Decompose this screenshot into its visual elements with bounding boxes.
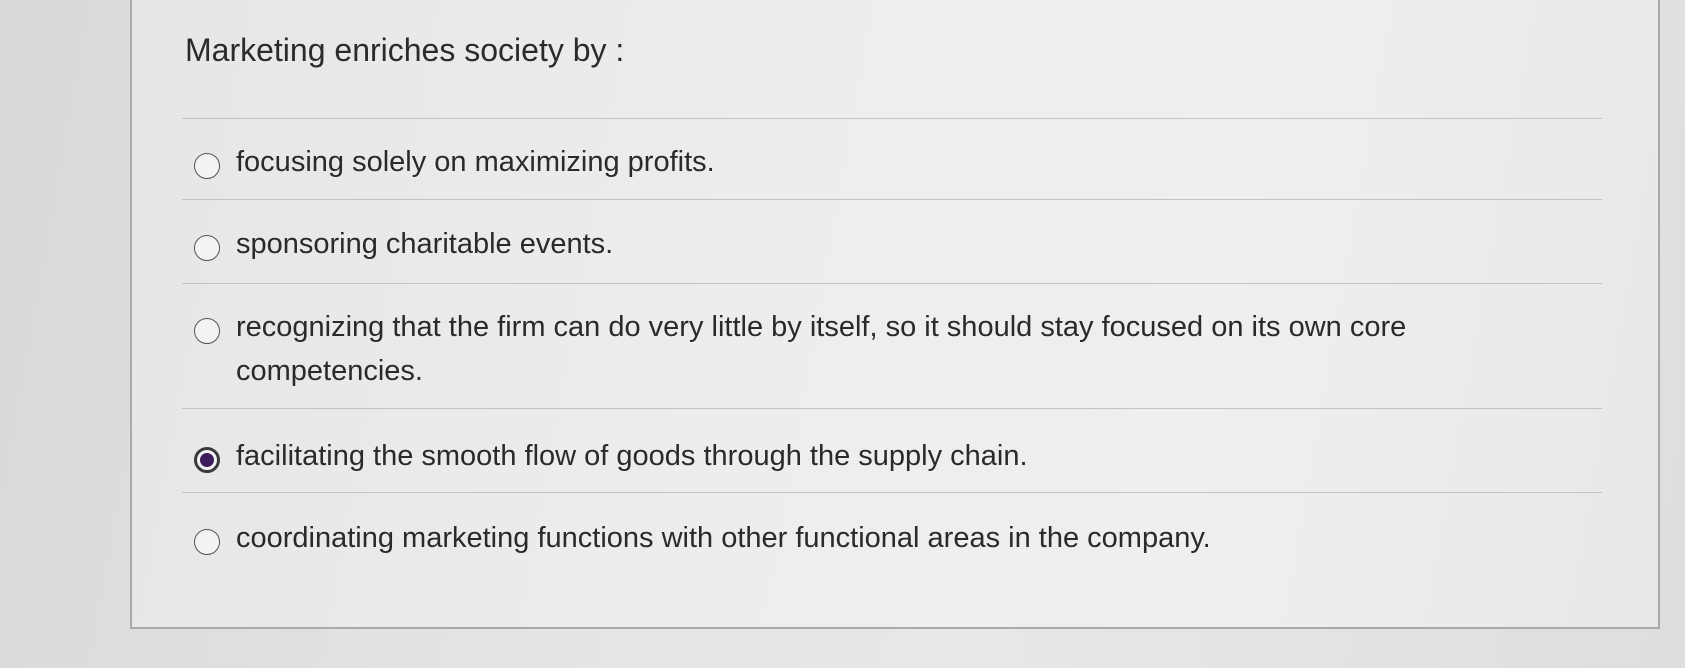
option-3[interactable]: recognizing that the firm can do very li… xyxy=(180,299,1580,409)
divider xyxy=(182,492,1602,493)
divider xyxy=(182,199,1602,200)
divider xyxy=(182,283,1602,284)
option-1-label: focusing solely on maximizing profits. xyxy=(236,146,715,178)
option-4-label: facilitating the smooth flow of goods th… xyxy=(236,440,1028,472)
option-2[interactable]: sponsoring charitable events. xyxy=(180,218,1580,278)
radio-button-option-4-selected[interactable] xyxy=(194,447,220,473)
divider xyxy=(182,408,1602,409)
question-card: Marketing enriches society by : focusing… xyxy=(130,0,1660,629)
question-text: Marketing enriches society by : xyxy=(185,32,625,68)
radio-button-option-5[interactable] xyxy=(194,529,220,555)
radio-button-option-3[interactable] xyxy=(194,318,220,344)
option-5[interactable]: coordinating marketing functions with ot… xyxy=(180,512,1580,572)
option-3-label: recognizing that the firm can do very li… xyxy=(236,311,1407,387)
option-5-label: coordinating marketing functions with ot… xyxy=(236,522,1211,554)
divider xyxy=(182,118,1602,119)
radio-button-option-2[interactable] xyxy=(194,235,220,261)
radio-button-option-1[interactable] xyxy=(194,153,220,179)
option-2-label: sponsoring charitable events. xyxy=(236,228,614,260)
option-1[interactable]: focusing solely on maximizing profits. xyxy=(180,136,1580,196)
option-4[interactable]: facilitating the smooth flow of goods th… xyxy=(180,430,1580,490)
